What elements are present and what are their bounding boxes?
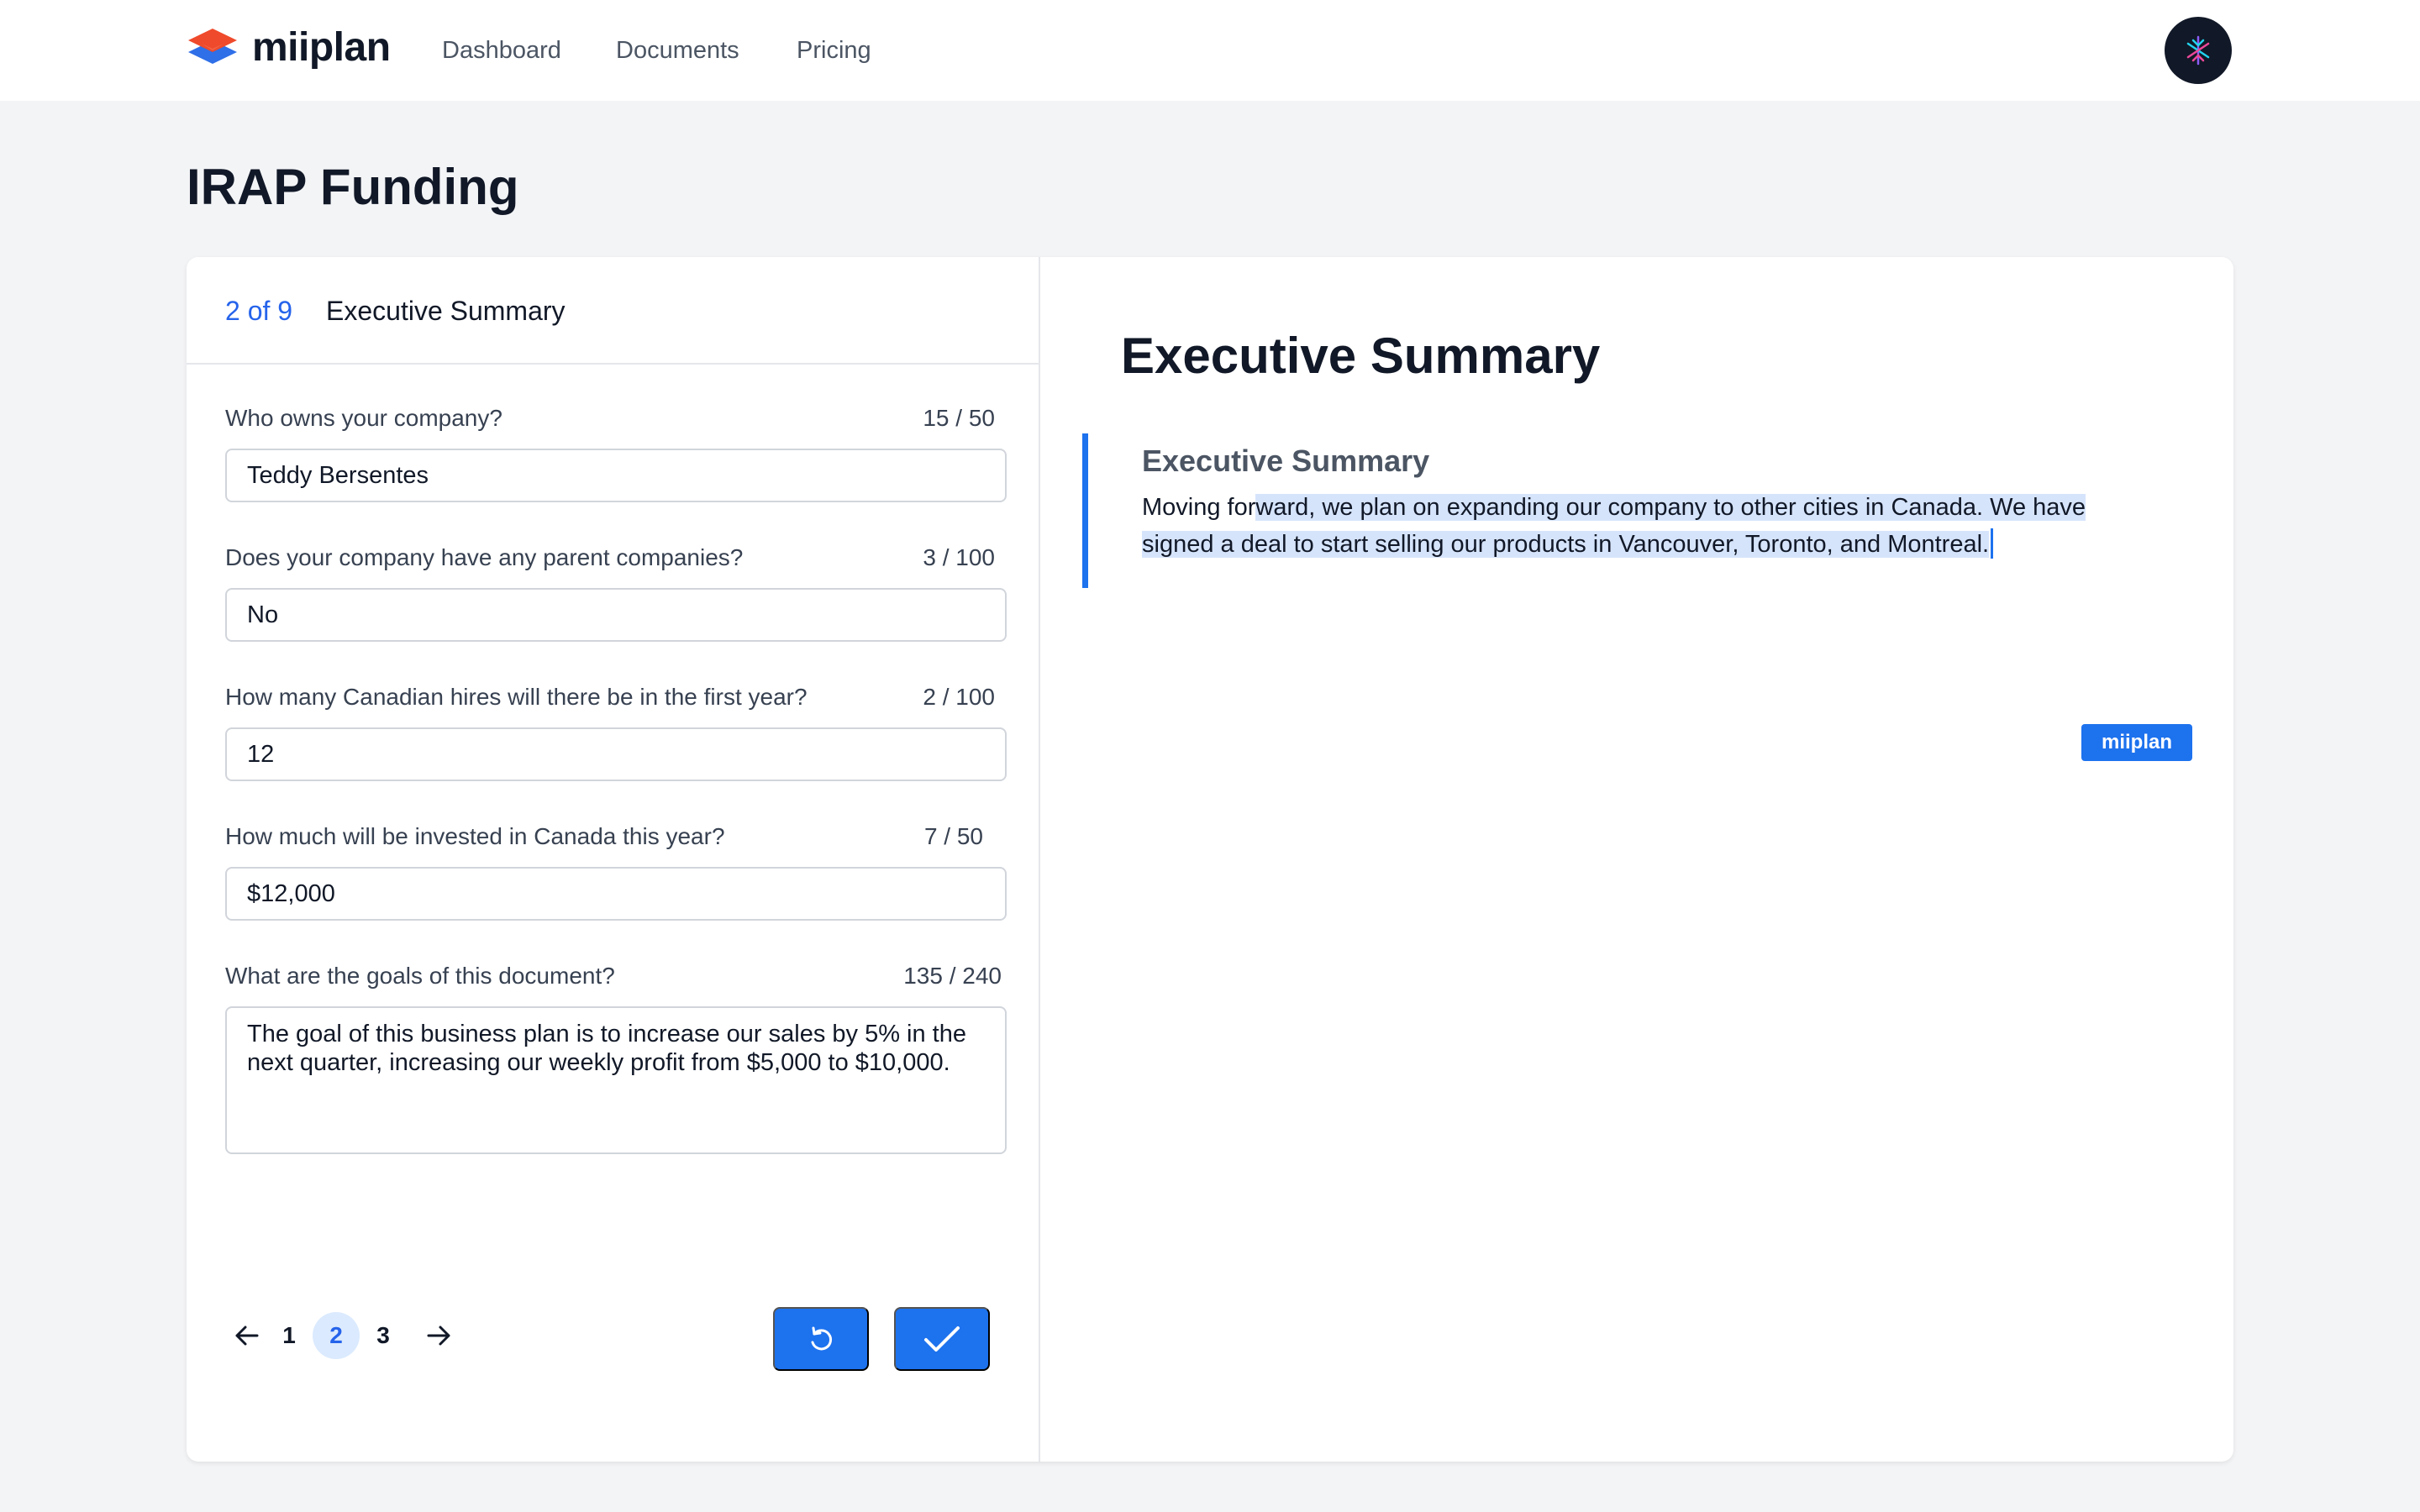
- next-page-button[interactable]: [417, 1314, 460, 1357]
- section-name: Executive Summary: [326, 296, 566, 326]
- avatar-emblem-icon: [2186, 35, 2210, 66]
- preview-section-heading: Executive Summary: [1142, 444, 1430, 478]
- arrow-left-icon: [235, 1326, 259, 1346]
- confirm-button[interactable]: [894, 1307, 990, 1371]
- canadian-hires-char-count: 2 / 100: [923, 684, 995, 710]
- form-header: 2 of 9 Executive Summary: [187, 257, 1039, 365]
- preview-section-body[interactable]: Moving forward, we plan on expanding our…: [1142, 489, 2133, 563]
- document-editor-card: 2 of 9 Executive Summary Who owns your c…: [187, 257, 2233, 1462]
- nav-pricing[interactable]: Pricing: [797, 34, 871, 67]
- goals-char-count: 135 / 240: [903, 963, 1002, 989]
- canadian-hires-label: How many Canadian hires will there be in…: [225, 684, 808, 710]
- arrow-right-icon: [427, 1326, 450, 1346]
- goals-textarea[interactable]: The goal of this business plan is to inc…: [225, 1006, 1007, 1154]
- brand-logo[interactable]: miiplan: [187, 24, 391, 71]
- investment-char-count: 7 / 50: [923, 823, 983, 849]
- page-1-button[interactable]: 1: [266, 1312, 313, 1359]
- step-counter: 2 of 9: [225, 296, 293, 326]
- nav-dashboard[interactable]: Dashboard: [442, 34, 561, 67]
- investment-input[interactable]: $12,000: [225, 867, 1007, 921]
- parent-companies-char-count: 3 / 100: [923, 544, 995, 570]
- brand-name: miiplan: [252, 24, 391, 70]
- pagination: 1 2 3: [225, 1310, 662, 1361]
- reset-button[interactable]: [773, 1307, 869, 1371]
- owner-input[interactable]: Teddy Bersentes: [225, 449, 1007, 502]
- preview-body-selection: ward, we plan on expanding our company t…: [1142, 494, 2086, 558]
- document-preview: Executive Summary Executive Summary Movi…: [1040, 257, 2233, 1462]
- rotate-ccw-icon: [811, 1326, 833, 1351]
- prev-page-button[interactable]: [225, 1314, 269, 1357]
- logo-icon: [188, 29, 237, 64]
- parent-companies-input[interactable]: No: [225, 588, 1007, 642]
- preview-title: Executive Summary: [1121, 328, 1601, 384]
- miiplan-cursor-tag: miiplan: [2081, 724, 2192, 761]
- page-2-button[interactable]: 2: [313, 1312, 360, 1359]
- canadian-hires-input[interactable]: 12: [225, 727, 1007, 781]
- nav-documents[interactable]: Documents: [616, 34, 739, 67]
- page-3-button[interactable]: 3: [360, 1312, 407, 1359]
- owner-label: Who owns your company?: [225, 405, 502, 431]
- preview-section-block[interactable]: Executive Summary Moving forward, we pla…: [1082, 433, 2192, 761]
- preview-body-unselected: Moving for: [1142, 494, 1256, 521]
- top-navigation: miiplan Dashboard Documents Pricing: [0, 0, 2420, 101]
- parent-companies-label: Does your company have any parent compan…: [225, 544, 744, 570]
- user-avatar[interactable]: [2165, 17, 2232, 84]
- owner-char-count: 15 / 50: [923, 405, 995, 431]
- text-caret: [1991, 528, 1994, 559]
- page-title: IRAP Funding: [187, 159, 519, 215]
- check-icon: [924, 1326, 960, 1352]
- question-form: 2 of 9 Executive Summary Who owns your c…: [187, 257, 1040, 1462]
- goals-label: What are the goals of this document?: [225, 963, 615, 989]
- investment-label: How much will be invested in Canada this…: [225, 823, 725, 849]
